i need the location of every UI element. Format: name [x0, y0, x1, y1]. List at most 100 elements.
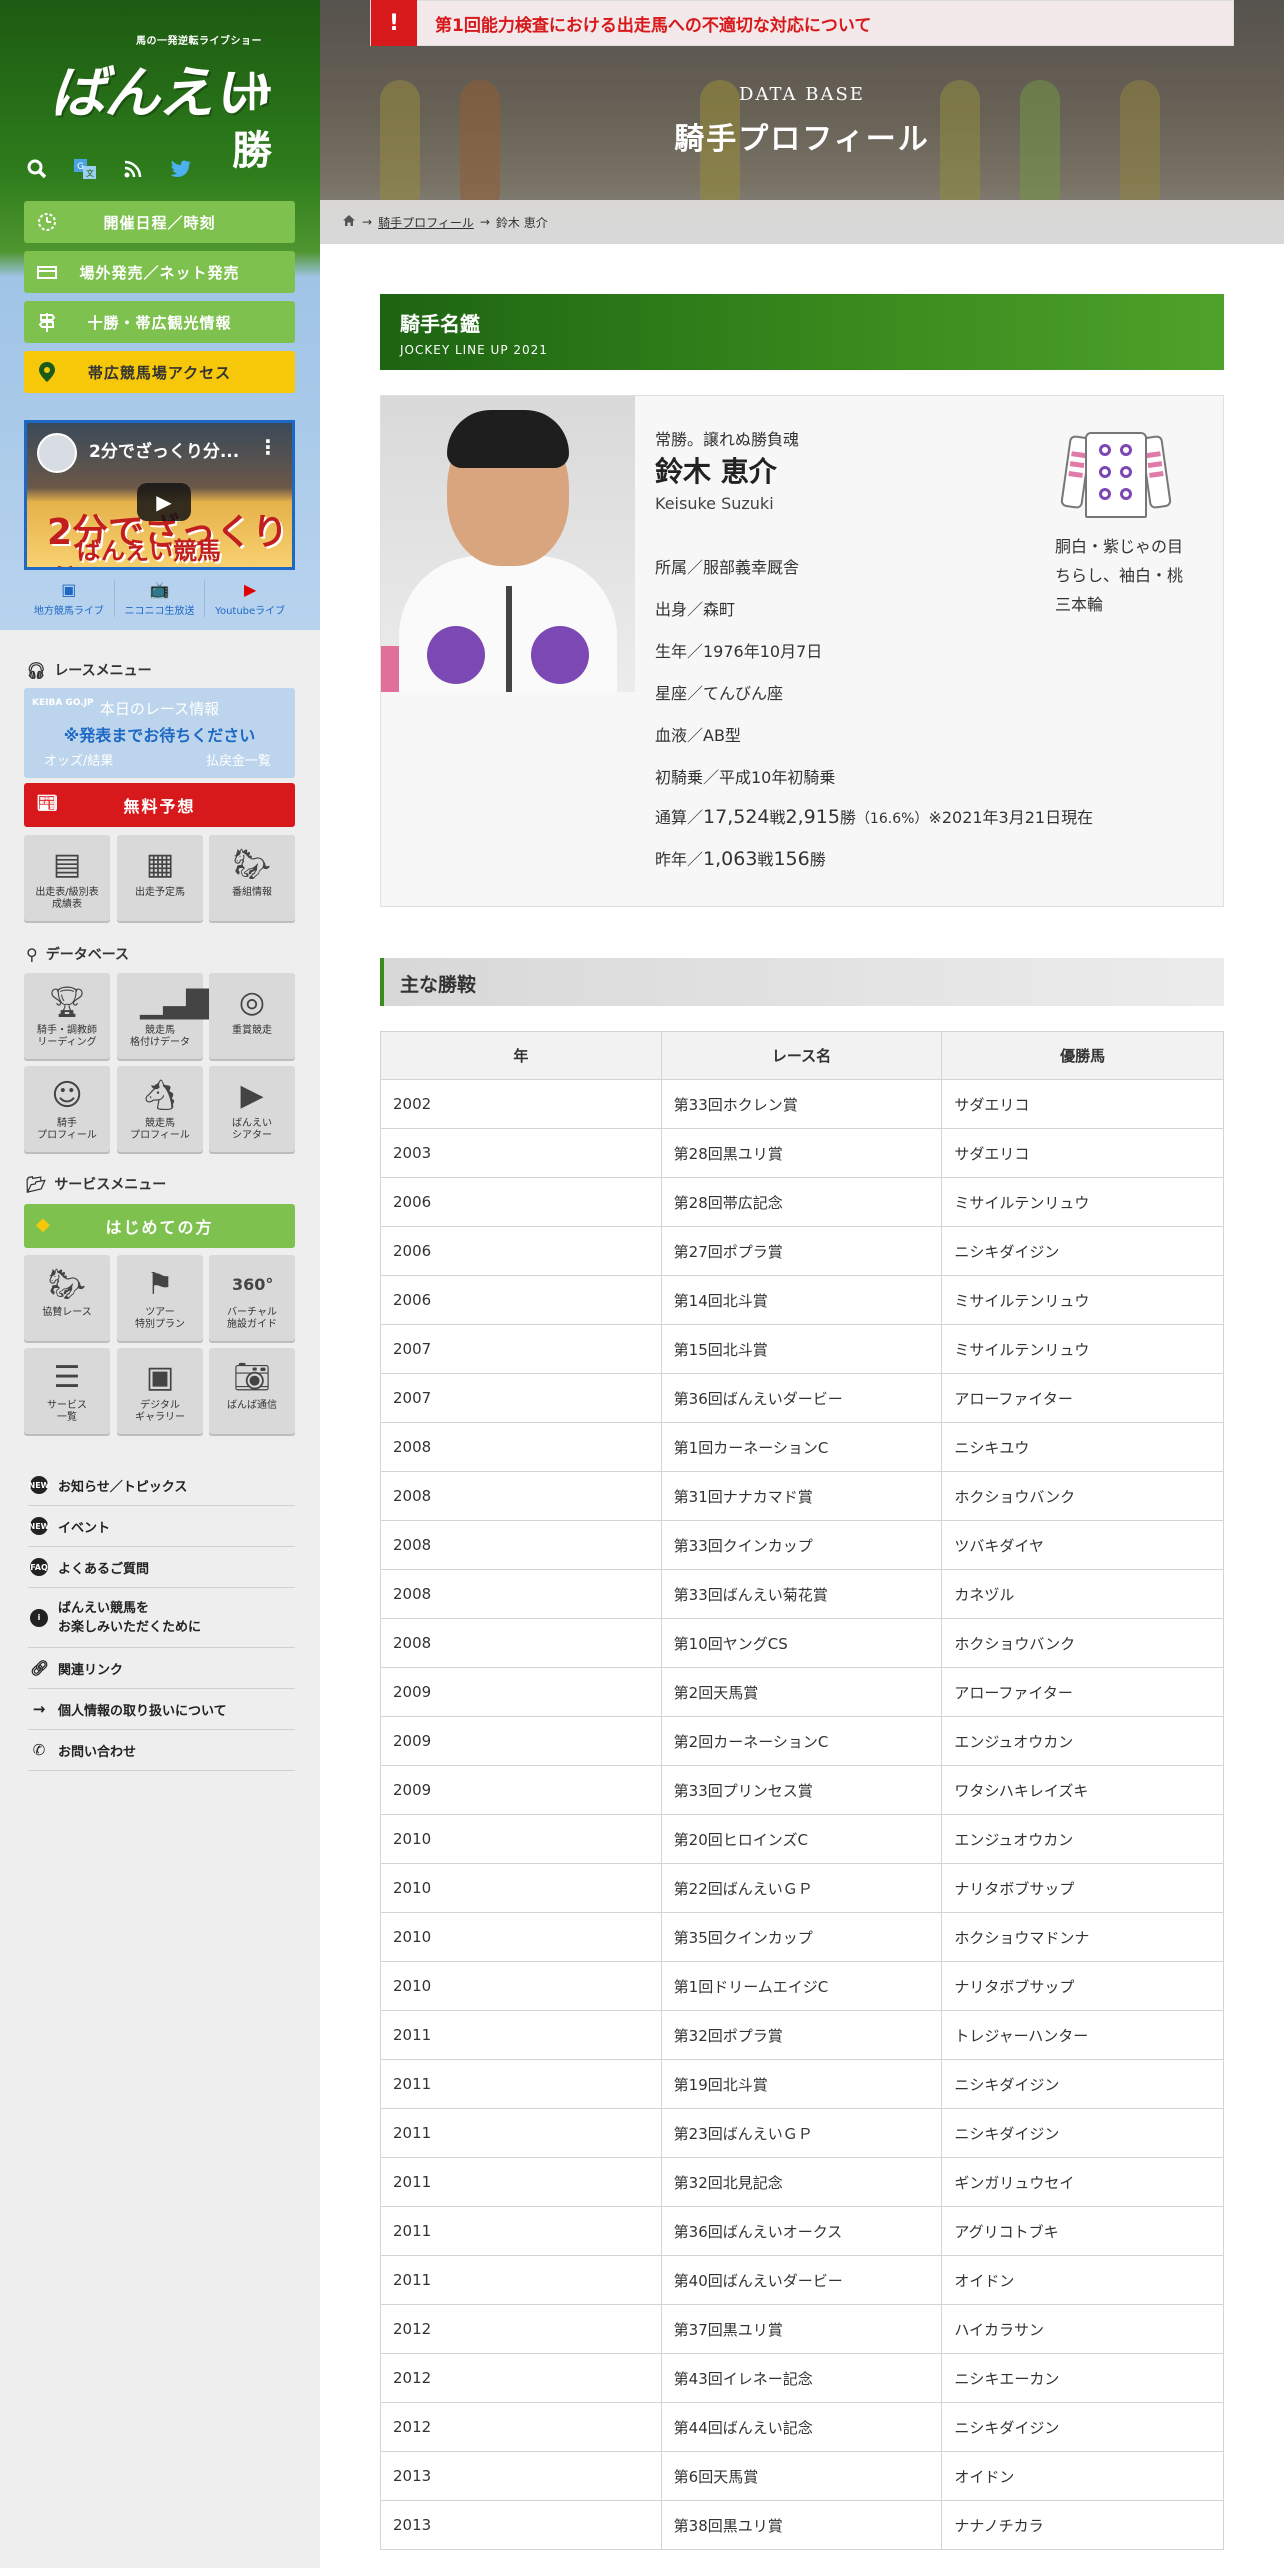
cell-year: 2008	[380, 1569, 662, 1619]
link-news[interactable]: NEW お知らせ／トピックス	[28, 1465, 295, 1506]
tile-jockey-profile[interactable]: ☺ 騎手 プロフィール	[24, 1066, 110, 1152]
tile-horse-profile[interactable]: 🐴︎ 競走馬 プロフィール	[117, 1066, 203, 1152]
home-icon[interactable]	[342, 214, 356, 231]
payout-list-link[interactable]: 払戻金一覧	[206, 750, 271, 769]
link-events[interactable]: NEW イベント	[28, 1506, 295, 1547]
cell-race-name: 第38回黒ユリ賞	[660, 2500, 943, 2550]
sidebar-icon-row: G文	[24, 156, 194, 182]
silks-dot	[1120, 466, 1132, 478]
intro-video[interactable]: 2分でざっくり分... ⋮ 2分でざっくり分かる ばんえい競馬 ▶	[24, 420, 295, 570]
rss-icon[interactable]	[120, 156, 146, 182]
photo-zip	[506, 586, 512, 692]
live-link-nico[interactable]: 📺 ニコニコ生放送	[115, 580, 206, 617]
lastyear-suffix: 勝	[809, 850, 826, 869]
beginner-button[interactable]: ◆ はじめての方	[24, 1204, 295, 1248]
silks-band	[1068, 471, 1083, 478]
tile-program[interactable]: 🐎︎ 番組情報	[209, 835, 295, 921]
table-row: 2011 第40回ばんえいダービー オイドン	[380, 2255, 1224, 2305]
live-link-chiho[interactable]: ▣ 地方競馬ライブ	[24, 580, 115, 617]
tile-gallery[interactable]: ▣ デジタル ギャラリー	[117, 1348, 203, 1434]
more-options-icon[interactable]: ⋮	[258, 435, 278, 459]
career-note: ※2021年3月21日現在	[928, 808, 1094, 827]
table-row: 2010 第22回ばんえいＧＰ ナリタボブサップ	[380, 1863, 1224, 1913]
link-news-label: お知らせ／トピックス	[58, 1479, 188, 1495]
svg-text:G: G	[77, 162, 84, 172]
cell-race-name: 第40回ばんえいダービー	[660, 2255, 943, 2305]
cell-race-name: 第32回ポプラ賞	[660, 2010, 943, 2060]
cell-race-name: 第36回ばんえいダービー	[660, 1373, 943, 1423]
nav-tourism-button[interactable]: 十勝・帯広観光情報	[24, 301, 295, 343]
table-row: 2011 第23回ばんえいＧＰ ニシキダイジン	[380, 2108, 1224, 2158]
jockey-first-ride: 初騎乗／平成10年初騎乗	[655, 768, 836, 787]
link-related[interactable]: 🔗︎ 関連リンク	[28, 1648, 295, 1689]
cell-year: 2009	[380, 1667, 662, 1717]
jockey-profile-card: 常勝。譲れぬ勝負魂 鈴木 恵介 Keisuke Suzuki 所属／服部義幸厩舎…	[380, 395, 1224, 907]
cell-winner: サダエリコ	[941, 1079, 1224, 1129]
career-win-rate: （16.6%）	[855, 811, 929, 827]
link-related-label: 関連リンク	[58, 1662, 124, 1678]
tile-services[interactable]: ☰ サービス 一覧	[24, 1348, 110, 1434]
jockey-name-en: Keisuke Suzuki	[655, 494, 774, 513]
map-pin-icon	[36, 361, 58, 383]
jockey-tagline: 常勝。譲れぬ勝負魂	[655, 430, 800, 449]
folder-icon: 📂︎	[26, 1174, 47, 1194]
cell-year: 2012	[380, 2353, 662, 2403]
arrow-right-icon: →	[32, 1700, 46, 1718]
race-info-box[interactable]: KEIBA GO.JP 本日のレース情報 ※発表までお待ちください オッズ/結果…	[24, 688, 295, 778]
search-icon[interactable]	[24, 156, 50, 182]
play-icon[interactable]: ▶	[137, 483, 191, 521]
nav-access-button[interactable]: 帯広競馬場アクセス	[24, 351, 295, 393]
channel-avatar	[37, 433, 77, 473]
tile-race-card[interactable]: ▤ 出走表/級別表 成績表	[24, 835, 110, 921]
live-links: ▣ 地方競馬ライブ 📺 ニコニコ生放送 ▶ Youtubeライブ	[24, 580, 295, 617]
tile-entries[interactable]: ▦ 出走予定馬	[117, 835, 203, 921]
twitter-icon[interactable]	[168, 156, 194, 182]
table-row: 2009 第2回天馬賞 アローファイター	[380, 1667, 1224, 1717]
career-wins: 2,915	[785, 806, 840, 828]
odds-results-link[interactable]: オッズ/結果	[44, 750, 113, 769]
tile-tour-label: ツアー 特別プラン	[135, 1307, 185, 1330]
cell-race-name: 第28回帯広記念	[660, 1177, 943, 1227]
cell-race-name: 第33回クインカップ	[660, 1520, 943, 1570]
nav-schedule-button[interactable]: 開催日程／時刻	[24, 201, 295, 243]
link-enjoy[interactable]: i ばんえい競馬を お楽しみいただくために	[28, 1588, 295, 1648]
cell-winner: カネヅル	[941, 1569, 1224, 1619]
tile-banba-news[interactable]: 📷︎ ばんば通信	[209, 1348, 295, 1434]
live-link-youtube[interactable]: ▶ Youtubeライブ	[205, 580, 295, 617]
cell-race-name: 第27回ポプラ賞	[660, 1226, 943, 1276]
live-link-youtube-label: Youtubeライブ	[215, 606, 286, 617]
cell-race-name: 第33回ホクレン賞	[660, 1079, 943, 1129]
cell-winner: ナリタボブサップ	[941, 1961, 1224, 2011]
table-row: 2008 第1回カーネーションC ニシキユウ	[380, 1422, 1224, 1472]
race-info-notice: ※発表までお待ちください	[63, 726, 256, 745]
tile-sponsor-race[interactable]: 🐎︎ 協賛レース	[24, 1255, 110, 1341]
silks-band	[1069, 461, 1085, 469]
tile-virtual-guide[interactable]: 360° バーチャル 施設ガイド	[209, 1255, 295, 1341]
site-logo[interactable]: 馬の一発逆転ライブショー ばんえい 十勝	[40, 12, 290, 174]
cell-year: 2012	[380, 2402, 662, 2452]
nav-access-label: 帯広競馬場アクセス	[87, 363, 232, 382]
table-row: 2010 第20回ヒロインズC エンジュオウカン	[380, 1814, 1224, 1864]
cell-winner: ニシキエーカン	[941, 2353, 1224, 2403]
photo-dot	[427, 626, 485, 684]
breadcrumb-parent-link[interactable]: 騎手プロフィール	[378, 214, 474, 231]
logo-kanji: 十勝	[232, 70, 272, 174]
tile-horse-rating[interactable]: ▁▃▇ 競走馬 格付けデータ	[117, 973, 209, 1059]
free-tips-button[interactable]: 📰︎ 無料予想	[24, 783, 295, 827]
link-contact[interactable]: ✆ お問い合わせ	[28, 1730, 295, 1771]
cell-winner: ホクショウバンク	[941, 1618, 1224, 1668]
link-privacy[interactable]: → 個人情報の取り扱いについて	[28, 1689, 295, 1730]
tile-tour[interactable]: ⚑ ツアー 特別プラン	[117, 1255, 203, 1341]
link-faq[interactable]: FAQ よくあるご質問	[28, 1547, 295, 1588]
cell-winner: ニシキダイジン	[941, 2059, 1224, 2109]
database-label: データベース	[45, 947, 130, 963]
translate-icon[interactable]: G文	[72, 156, 98, 182]
tile-theater[interactable]: ▶ ばんえい シアター	[209, 1066, 295, 1152]
tile-jockey-profile-label: 騎手 プロフィール	[37, 1118, 97, 1141]
alert-banner[interactable]: ! 第1回能力検査における出走馬への不適切な対応について	[370, 0, 1234, 46]
cell-year: 2011	[380, 2206, 662, 2256]
link-faq-label: よくあるご質問	[58, 1561, 150, 1577]
tile-leading[interactable]: 🏆︎ 騎手・調教師 リーディング	[24, 973, 110, 1059]
tile-graded-races[interactable]: ◎ 重賞競走	[209, 973, 295, 1059]
nav-offsite-button[interactable]: 場外発売／ネット発売	[24, 251, 295, 293]
